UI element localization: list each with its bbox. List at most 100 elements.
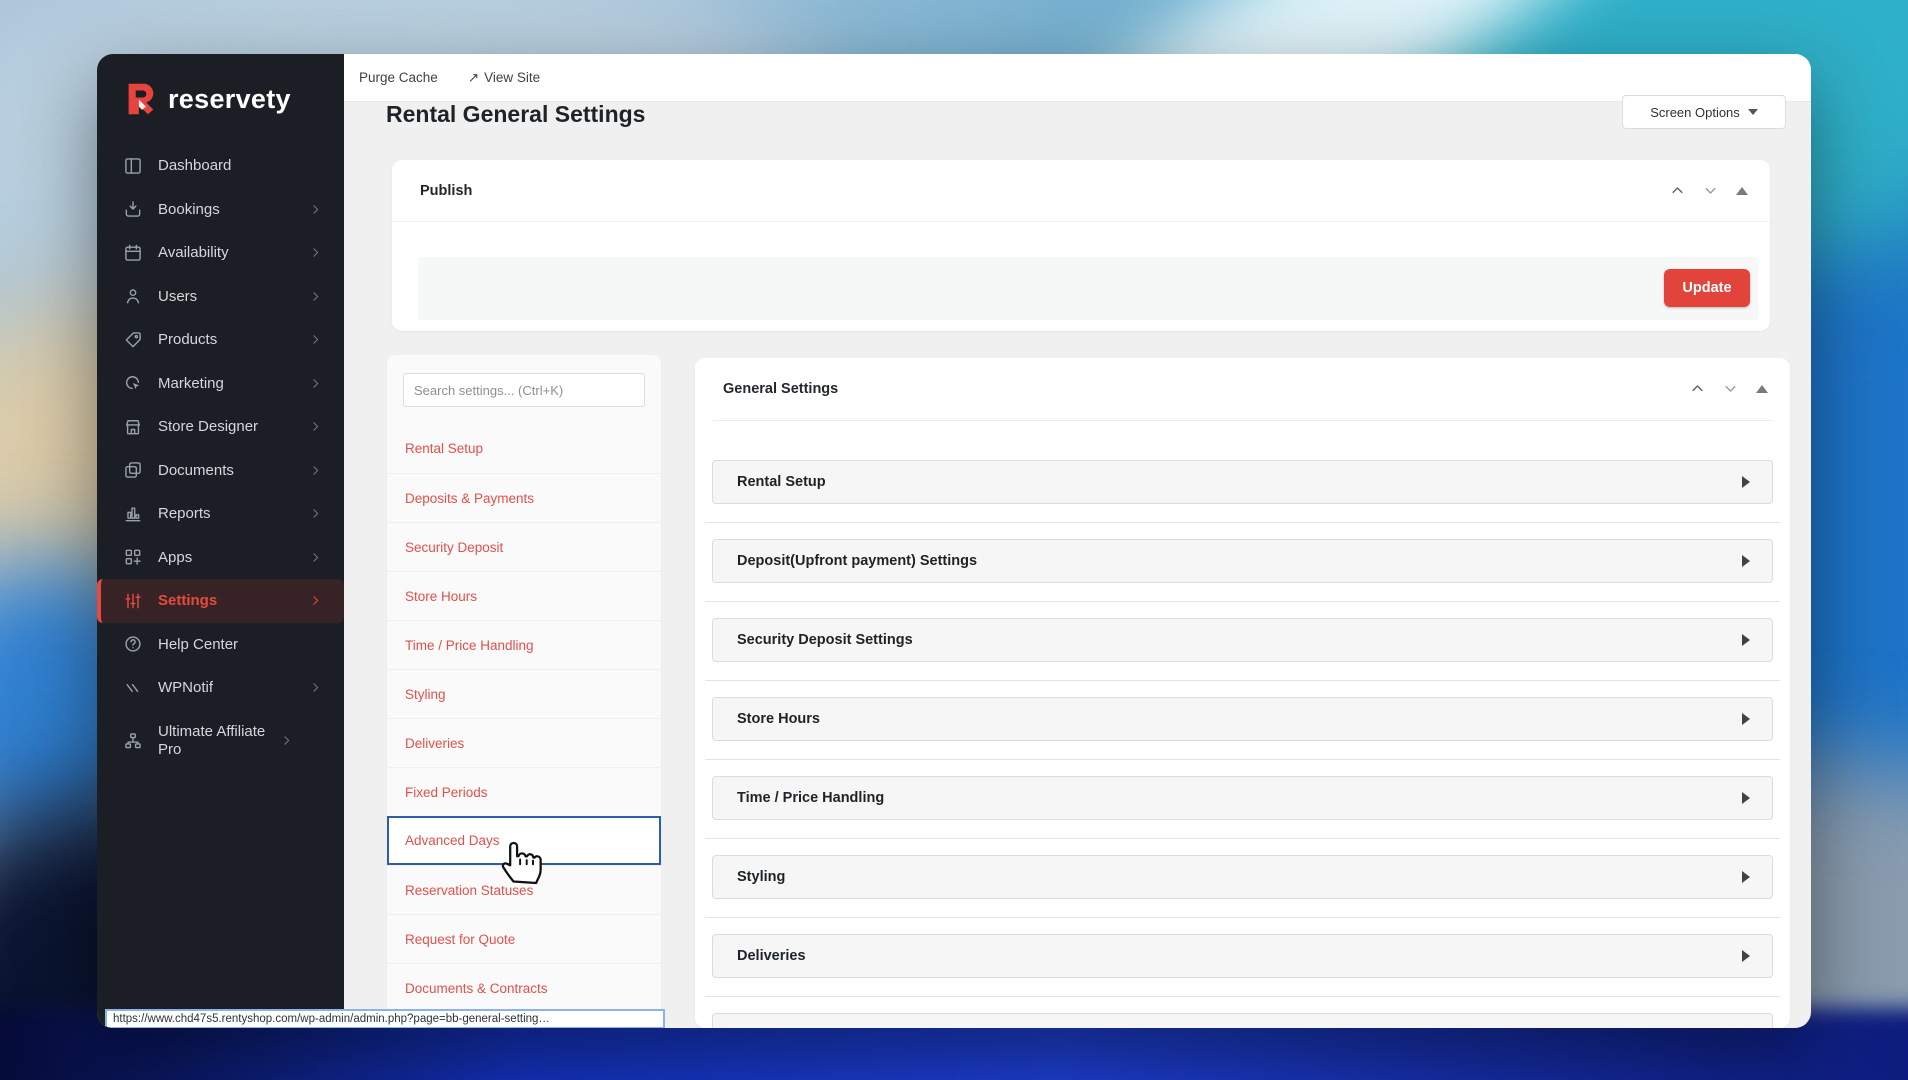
accordion-rental-setup[interactable]: Rental Setup	[712, 460, 1773, 504]
wpnotif-icon	[126, 683, 139, 692]
expand-arrow-icon	[1742, 950, 1750, 962]
accordion-styling[interactable]: Styling	[712, 855, 1773, 899]
nav-item-store-hours[interactable]: Store Hours	[387, 571, 661, 620]
nav-item-deposits-payments[interactable]: Deposits & Payments	[387, 473, 661, 522]
accordion-store-hours[interactable]: Store Hours	[712, 697, 1773, 741]
sidebar-item-label: WPNotif	[158, 679, 214, 697]
logo-wordmark: reservety	[168, 83, 291, 114]
divider	[705, 838, 1780, 839]
nav-item-request-for-quote[interactable]: Request for Quote	[387, 914, 661, 963]
screen-options-label: Screen Options	[1650, 104, 1740, 120]
nav-item-rental-setup[interactable]: Rental Setup	[387, 424, 661, 473]
tag-icon	[125, 331, 141, 348]
sidebar-item-label: Availability	[158, 244, 229, 262]
sidebar-item-users[interactable]: Users	[97, 275, 344, 319]
general-settings-panel: General Settings Rental Setup Deposit(Up…	[695, 358, 1790, 1028]
apps-grid-icon	[125, 549, 141, 566]
chevron-right-icon	[313, 291, 319, 301]
sidebar-item-label: Documents	[158, 461, 234, 479]
dashboard-icon	[125, 157, 141, 174]
bookings-icon	[125, 201, 141, 218]
divider	[705, 522, 1780, 523]
nav-item-reservation-statuses[interactable]: Reservation Statuses	[387, 865, 661, 914]
sidebar-item-label: Apps	[158, 548, 193, 566]
sidebar-item-wpnotif[interactable]: WPNotif	[97, 666, 344, 710]
expand-arrow-icon	[1742, 792, 1750, 804]
screen-options-button[interactable]: Screen Options	[1622, 95, 1786, 129]
accordion-label: Styling	[737, 869, 786, 885]
divider	[705, 759, 1780, 760]
expand-arrow-icon	[1742, 634, 1750, 646]
reservety-logo[interactable]: reservety	[121, 80, 291, 118]
nav-item-deliveries[interactable]: Deliveries	[387, 718, 661, 767]
sidebar-item-label: Settings	[158, 592, 218, 610]
sidebar-item-reports[interactable]: Reports	[97, 492, 344, 536]
expand-arrow-icon	[1742, 871, 1750, 883]
settings-search-input[interactable]	[403, 373, 645, 407]
move-down-icon[interactable]	[1723, 381, 1738, 396]
sidebar-item-help-center[interactable]: Help Center	[97, 623, 344, 667]
sidebar-item-bookings[interactable]: Bookings	[97, 188, 344, 232]
nav-item-documents-contracts[interactable]: Documents & Contracts	[387, 963, 661, 1012]
sidebar-item-label: Reports	[158, 505, 211, 523]
sidebar-item-label: Ultimate Affiliate Pro	[158, 723, 266, 758]
nav-item-security-deposit[interactable]: Security Deposit	[387, 522, 661, 571]
accordion-partial-row[interactable]	[712, 1013, 1773, 1028]
move-up-icon[interactable]	[1690, 381, 1705, 396]
caret-down-icon	[1747, 109, 1758, 115]
browser-window: reservety Dashboard Bookings Availabilit…	[97, 54, 1811, 1028]
settings-sliders-icon	[125, 593, 141, 609]
accordion-deposit-settings[interactable]: Deposit(Upfront payment) Settings	[712, 539, 1773, 583]
sidebar-item-label: Dashboard	[158, 157, 232, 175]
reservety-logo-icon	[128, 83, 154, 115]
marketing-click-icon	[126, 376, 140, 390]
external-link-icon: ↗	[467, 69, 480, 85]
expand-arrow-icon	[1742, 476, 1750, 488]
nav-item-styling[interactable]: Styling	[387, 669, 661, 718]
chevron-right-icon	[284, 736, 290, 745]
accordion-time-price-handling[interactable]: Time / Price Handling	[712, 776, 1773, 820]
chevron-right-icon	[313, 683, 319, 693]
accordion-deliveries[interactable]: Deliveries	[712, 934, 1773, 978]
expand-arrow-icon	[1742, 713, 1750, 725]
publish-title: Publish	[420, 182, 473, 199]
nav-item-time-price-handling[interactable]: Time / Price Handling	[387, 620, 661, 669]
accordion-label: Security Deposit Settings	[737, 632, 913, 648]
sidebar-item-store-designer[interactable]: Store Designer	[97, 405, 344, 449]
sidebar-item-settings[interactable]: Settings	[97, 579, 344, 623]
move-down-icon[interactable]	[1703, 183, 1718, 198]
sidebar-item-availability[interactable]: Availability	[97, 231, 344, 275]
sidebar-item-label: Users	[158, 287, 198, 305]
sidebar-item-apps[interactable]: Apps	[97, 536, 344, 580]
chevron-right-icon	[313, 552, 319, 562]
nav-item-fixed-periods[interactable]: Fixed Periods	[387, 767, 661, 816]
sidebar-item-ultimate-affiliate-pro[interactable]: Ultimate Affiliate Pro	[97, 710, 344, 772]
general-settings-header: General Settings	[695, 358, 1790, 419]
accordion-security-deposit[interactable]: Security Deposit Settings	[712, 618, 1773, 662]
sidebar-item-label: Help Center	[158, 635, 239, 653]
sidebar-item-documents[interactable]: Documents	[97, 449, 344, 493]
sidebar-item-marketing[interactable]: Marketing	[97, 362, 344, 406]
collapse-panel-icon[interactable]	[1736, 186, 1748, 195]
nav-item-advanced-days[interactable]: Advanced Days	[387, 816, 661, 865]
divider	[705, 917, 1780, 918]
purge-cache-link[interactable]: Purge Cache	[359, 70, 438, 85]
collapse-panel-icon[interactable]	[1756, 384, 1768, 393]
chevron-right-icon	[313, 378, 319, 388]
page-title: Rental General Settings	[386, 101, 646, 127]
sidebar: reservety Dashboard Bookings Availabilit…	[97, 54, 344, 1028]
storefront-icon	[126, 419, 140, 435]
publish-action-bar: Update	[418, 257, 1758, 320]
move-up-icon[interactable]	[1670, 183, 1685, 198]
accordion-label: Rental Setup	[737, 474, 826, 490]
sidebar-item-dashboard[interactable]: Dashboard	[97, 144, 344, 188]
documents-icon	[125, 462, 141, 479]
chevron-right-icon	[313, 465, 319, 475]
update-button[interactable]: Update	[1664, 269, 1750, 307]
divider	[705, 996, 1780, 997]
sidebar-item-products[interactable]: Products	[97, 318, 344, 362]
bar-chart-icon	[125, 507, 141, 522]
sidebar-item-label: Marketing	[158, 374, 224, 392]
sidebar-item-label: Products	[158, 331, 218, 349]
view-site-link[interactable]: ↗ View Site	[468, 70, 540, 86]
